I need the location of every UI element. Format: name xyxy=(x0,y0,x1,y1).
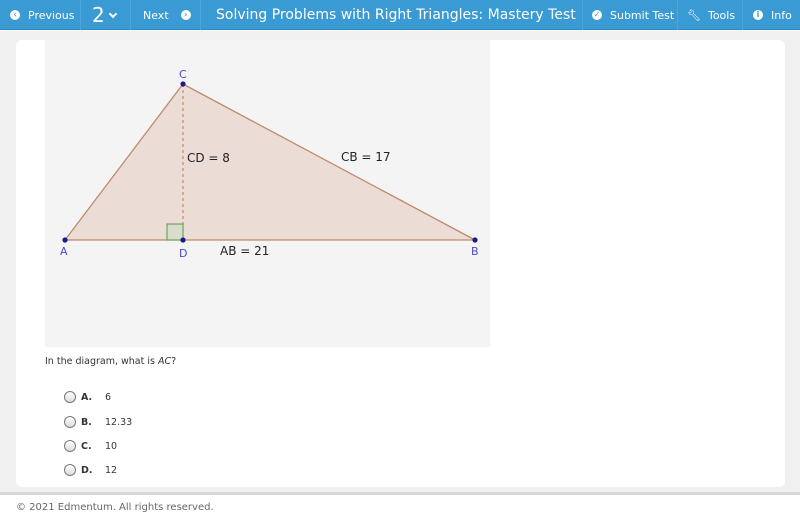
label-c: C xyxy=(179,68,187,81)
divider xyxy=(80,0,81,30)
label-ab-length: AB = 21 xyxy=(220,244,269,258)
answer-option-b[interactable]: B. 12.33 xyxy=(64,414,132,430)
question-variable: AC xyxy=(157,356,172,367)
point-d xyxy=(180,237,186,243)
label-b: B xyxy=(471,245,479,258)
question-prefix: In the diagram, what is xyxy=(45,356,158,367)
page-number-dropdown[interactable]: 2 xyxy=(92,0,117,30)
label-d: D xyxy=(179,247,187,260)
copyright-footer: © 2021 Edmentum. All rights reserved. xyxy=(16,502,214,513)
option-letter: B. xyxy=(81,416,92,428)
info-icon: i xyxy=(753,10,763,20)
next-label: Next xyxy=(143,8,169,22)
right-angle-marker xyxy=(166,223,184,241)
answer-option-d[interactable]: D. 12 xyxy=(64,462,117,478)
radio-button[interactable] xyxy=(64,416,76,428)
answer-option-c[interactable]: C. 10 xyxy=(64,438,117,454)
option-value: 12 xyxy=(105,464,118,476)
radio-button[interactable] xyxy=(64,464,76,476)
label-cd-length: CD = 8 xyxy=(187,151,230,165)
arrow-left-circle-icon: ‹ xyxy=(10,10,20,20)
check-circle-icon: ✓ xyxy=(592,10,602,20)
chevron-down-icon xyxy=(108,9,117,19)
submit-label: Submit Test xyxy=(610,8,675,22)
divider xyxy=(582,0,583,30)
point-c xyxy=(180,81,186,87)
question-suffix: ? xyxy=(171,356,177,367)
info-button[interactable]: i Info xyxy=(753,0,792,30)
divider xyxy=(130,0,131,30)
option-value: 12.33 xyxy=(105,416,133,428)
triangle-diagram: A C D B CD = 8 CB = 17 AB = 21 xyxy=(45,40,490,347)
previous-button[interactable]: ‹ Previous xyxy=(10,0,75,30)
question-text: In the diagram, what is AC? xyxy=(45,356,176,367)
point-b xyxy=(472,237,478,243)
divider xyxy=(200,0,201,30)
divider xyxy=(742,0,743,30)
option-value: 10 xyxy=(105,440,118,452)
tools-label: Tools xyxy=(707,8,736,22)
top-nav-bar: ‹ Previous 2 Next › Solving Problems wit… xyxy=(0,0,800,30)
tools-button[interactable]: 🔧︎ Tools xyxy=(687,0,735,30)
page-number: 2 xyxy=(92,3,105,27)
label-a: A xyxy=(60,245,68,258)
option-letter: D. xyxy=(81,464,93,476)
test-title: Solving Problems with Right Triangles: M… xyxy=(216,7,576,23)
submit-test-button[interactable]: ✓ Submit Test xyxy=(592,0,674,30)
option-value: 6 xyxy=(105,391,112,403)
answer-option-a[interactable]: A. 6 xyxy=(64,389,111,405)
radio-button[interactable] xyxy=(64,440,76,452)
previous-label: Previous xyxy=(28,8,75,22)
wrench-icon: 🔧︎ xyxy=(687,8,701,22)
triangle-abc xyxy=(63,83,476,241)
point-a xyxy=(62,237,68,243)
info-label: Info xyxy=(771,8,792,22)
arrow-right-circle-icon: › xyxy=(180,10,191,20)
label-cb-length: CB = 17 xyxy=(341,150,391,164)
divider xyxy=(677,0,678,30)
option-letter: C. xyxy=(81,440,92,452)
radio-button[interactable] xyxy=(64,391,76,403)
next-button[interactable]: Next › xyxy=(143,0,191,30)
option-letter: A. xyxy=(81,391,93,403)
triangle-svg: A C D B CD = 8 CB = 17 AB = 21 xyxy=(60,68,479,260)
